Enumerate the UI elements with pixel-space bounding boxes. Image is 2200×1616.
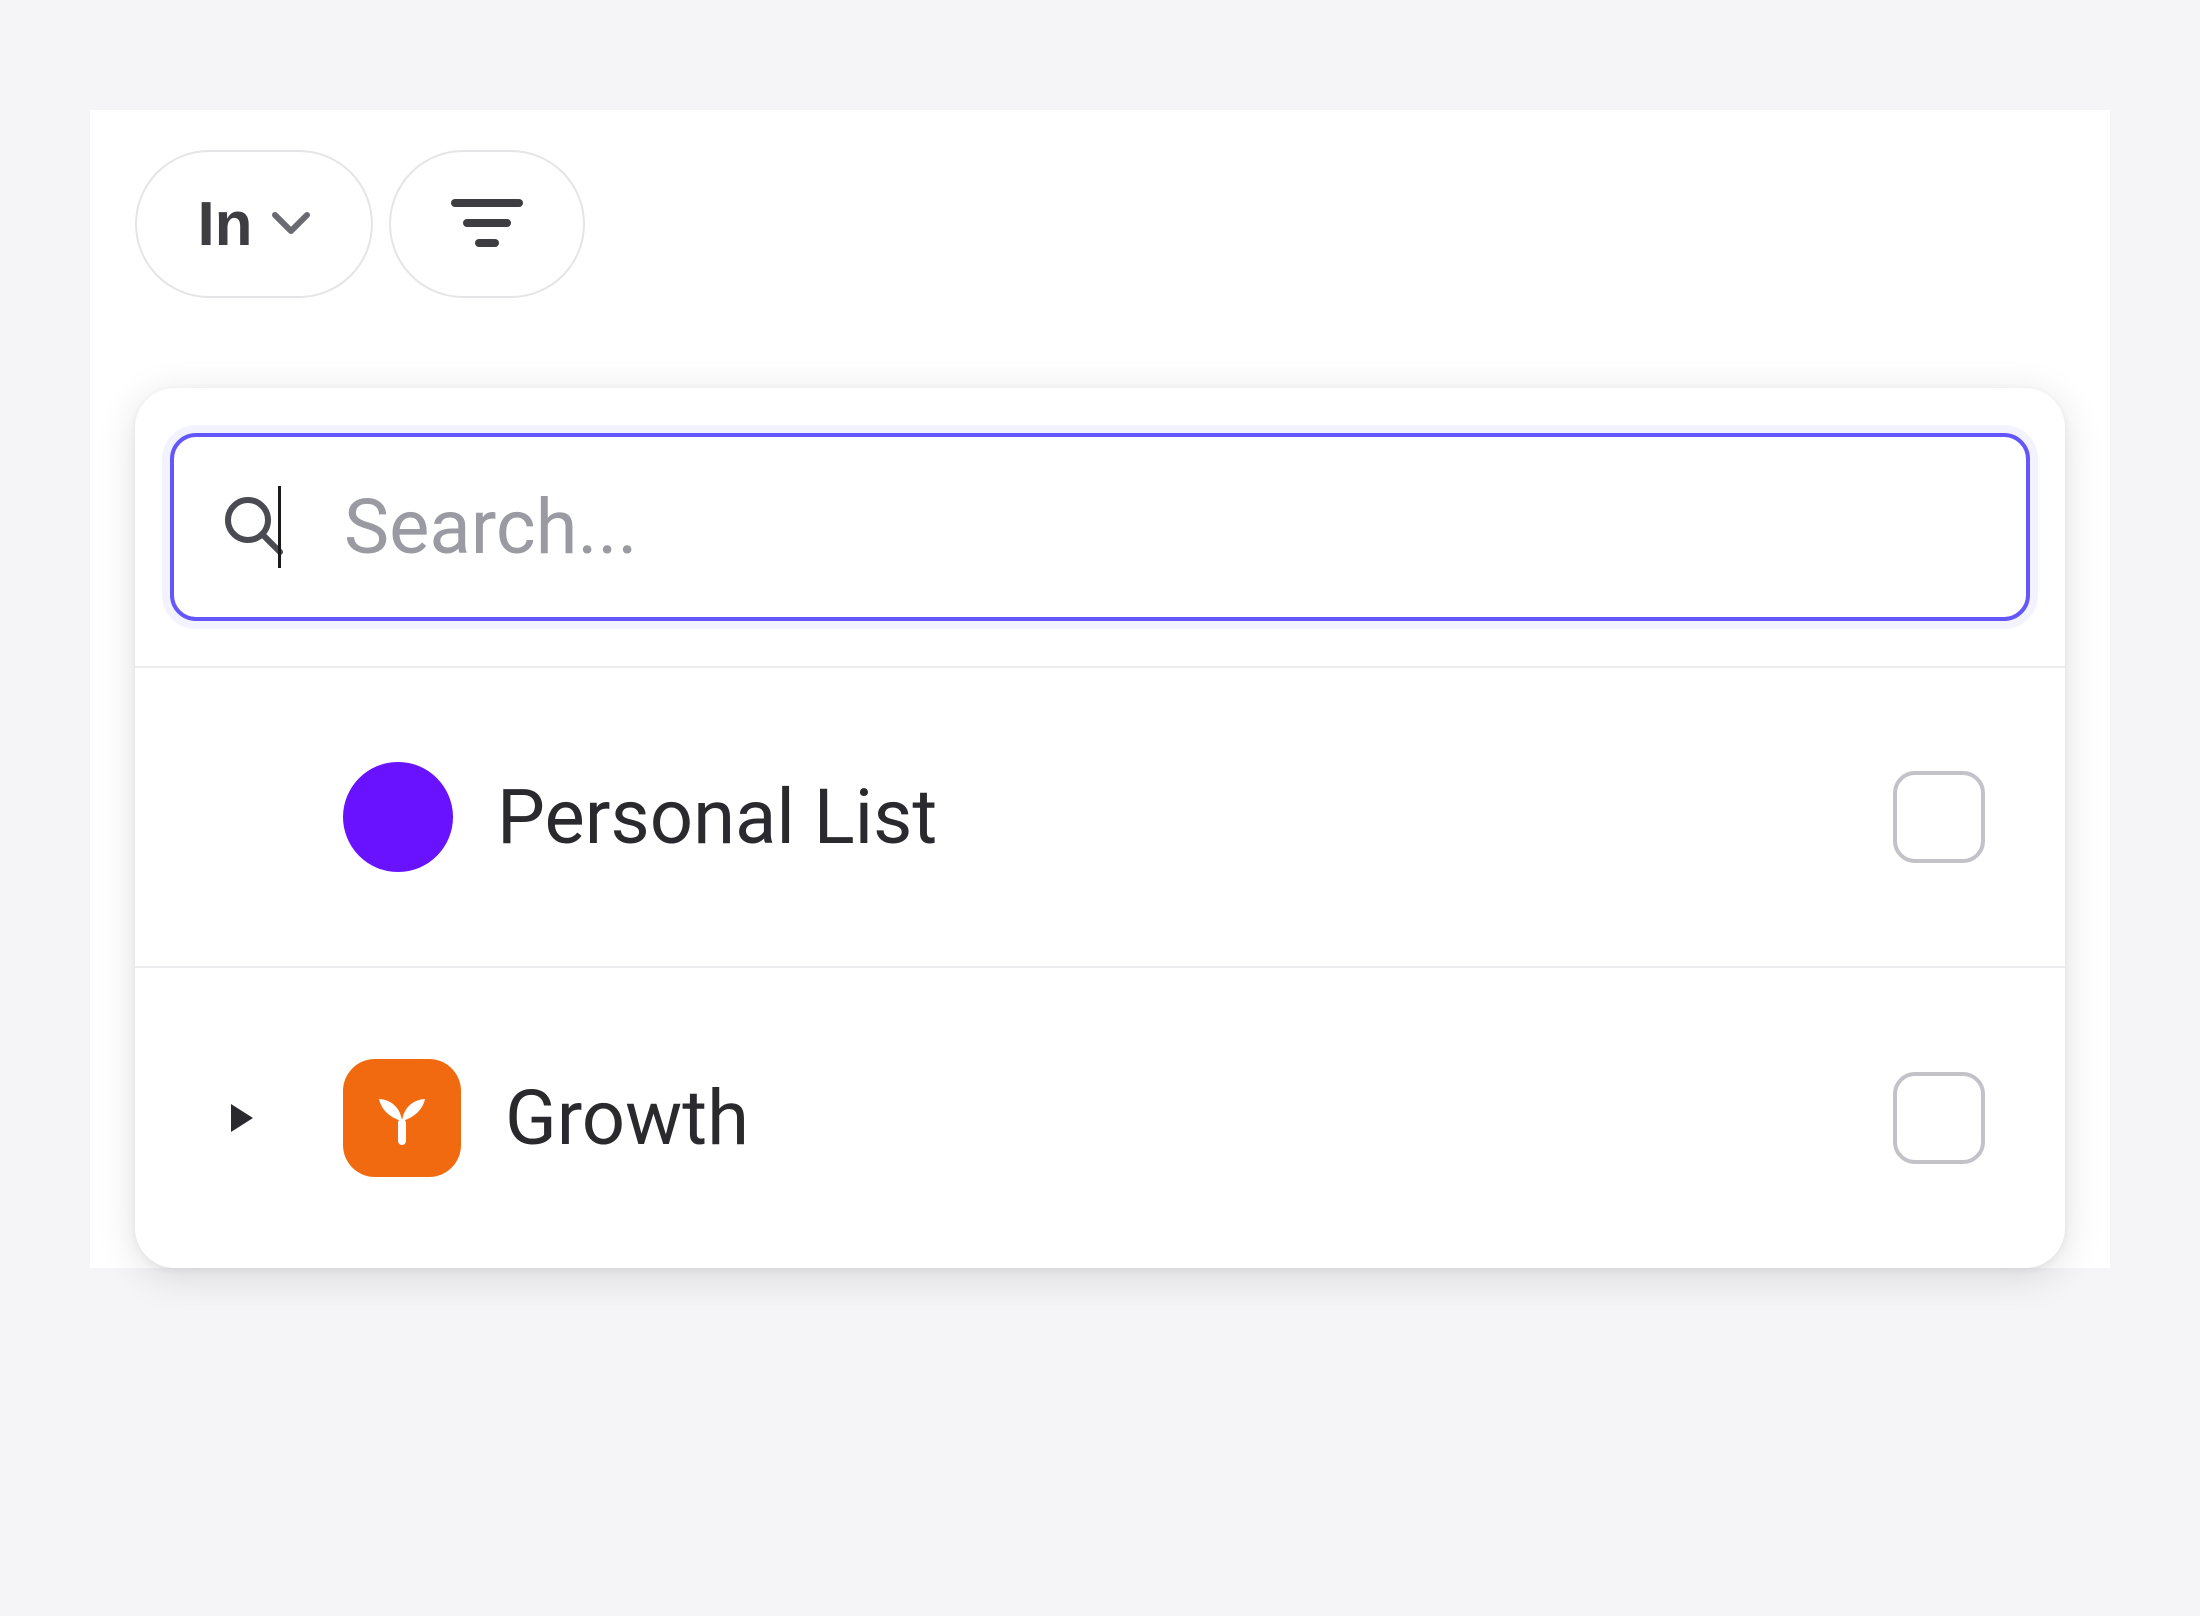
search-input[interactable] [344,482,1306,572]
list-item[interactable]: Personal List [135,668,2065,968]
cursor [284,482,1306,572]
filter-button[interactable] [389,150,585,298]
in-button-label: In [197,189,252,260]
filter-icon [451,195,523,254]
search-icon [222,494,284,560]
panel-container: In [90,110,2110,1268]
list-item-checkbox[interactable] [1893,771,1985,863]
search-wrapper [135,388,2065,668]
triangle-right-icon [231,1104,253,1132]
chevron-down-icon [271,211,311,238]
list-item-checkbox[interactable] [1893,1072,1985,1164]
list-item-label: Growth [505,1073,1893,1163]
search-box[interactable] [170,433,2030,621]
top-controls: In [90,150,2110,298]
in-dropdown-button[interactable]: In [135,150,373,298]
circle-icon [343,762,453,872]
dropdown-panel: Personal List Growth [135,388,2065,1268]
plant-icon [343,1059,461,1177]
expand-toggle[interactable] [231,1104,343,1132]
list-item-label: Personal List [497,772,1893,862]
list-item[interactable]: Growth [135,968,2065,1268]
